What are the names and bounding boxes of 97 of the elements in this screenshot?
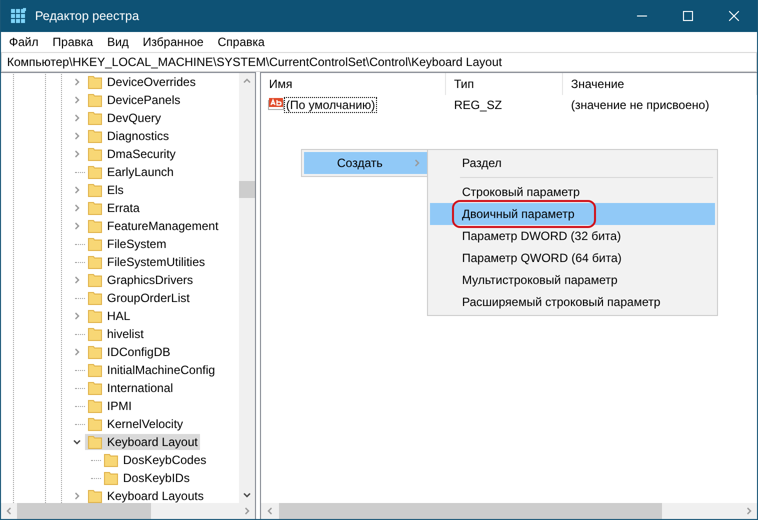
tree-item[interactable]: FileSystemUtilities: [85, 254, 208, 270]
menu-item[interactable]: Строковый параметр: [430, 181, 715, 203]
folder-icon: [104, 453, 118, 467]
table-cell-text: (значение не присвоено): [570, 98, 710, 112]
menu-item[interactable]: Правка: [46, 35, 102, 49]
tree-item[interactable]: EarlyLaunch: [85, 164, 176, 180]
tree-item[interactable]: DevicePanels: [85, 92, 182, 108]
menu-item[interactable]: Параметр QWORD (64 бита): [430, 247, 715, 269]
folder-icon: [88, 147, 102, 161]
folder-icon: [88, 273, 102, 287]
scroll-thumb[interactable]: [279, 503, 662, 519]
value-name[interactable]: (По умолчанию): [285, 98, 376, 112]
horizontal-scrollbar[interactable]: [261, 503, 757, 519]
submenu-chevron-icon[interactable]: [413, 159, 421, 167]
folder-icon: [88, 111, 102, 125]
folder-icon: [88, 93, 102, 107]
folder-icon: [88, 435, 102, 449]
close-icon: [729, 11, 739, 21]
tree-item[interactable]: Keyboard Layout: [85, 434, 200, 450]
folder-icon: [88, 309, 102, 323]
column-header[interactable]: Имя: [261, 73, 446, 95]
tree-item[interactable]: FileSystem: [85, 236, 168, 252]
folder-icon: [88, 183, 102, 197]
folder-icon: [88, 165, 102, 179]
folder-icon: [88, 75, 102, 89]
tree-item[interactable]: GroupOrderList: [85, 290, 192, 306]
vertical-scrollbar[interactable]: [239, 73, 255, 503]
column-header[interactable]: Значение: [563, 73, 757, 95]
folder-icon: [88, 381, 102, 395]
expand-chevron-icon[interactable]: [73, 186, 81, 194]
scroll-left-icon[interactable]: [5, 507, 13, 515]
tree-item[interactable]: FeatureManagement: [85, 218, 220, 234]
expand-chevron-icon[interactable]: [73, 96, 81, 104]
scroll-right-icon[interactable]: [243, 507, 251, 515]
tree-item[interactable]: DosKeybIDs: [101, 470, 192, 486]
menu-item[interactable]: Избранное: [136, 35, 212, 49]
column-header[interactable]: Тип: [446, 73, 563, 95]
scroll-right-icon[interactable]: [745, 507, 753, 515]
scroll-up-icon[interactable]: [243, 77, 251, 85]
expand-chevron-icon[interactable]: [73, 150, 81, 158]
menu-item[interactable]: Файл: [3, 35, 47, 49]
window-title: Редактор реестра: [35, 9, 140, 23]
menu-item[interactable]: Вид: [101, 35, 137, 49]
tree-item[interactable]: Diagnostics: [85, 128, 172, 144]
scroll-down-icon[interactable]: [243, 491, 251, 499]
folder-icon: [88, 201, 102, 215]
folder-icon: [88, 219, 102, 233]
menu-item[interactable]: Справка: [212, 35, 273, 49]
tree-item[interactable]: IDConfigDB: [85, 344, 172, 360]
tree-item[interactable]: DosKeybCodes: [101, 452, 208, 468]
folder-icon: [104, 471, 118, 485]
expand-chevron-icon[interactable]: [73, 114, 81, 122]
maximize-icon: [683, 11, 693, 21]
tree-item[interactable]: GraphicsDrivers: [85, 272, 196, 288]
registry-editor-icon: [11, 8, 27, 24]
menu-item[interactable]: Создать: [304, 152, 429, 174]
expand-chevron-icon[interactable]: [73, 312, 81, 320]
folder-icon: [88, 399, 102, 413]
string-value-icon: [268, 98, 284, 112]
scroll-thumb[interactable]: [239, 181, 255, 198]
folder-icon: [88, 327, 102, 341]
folder-icon: [88, 363, 102, 377]
tree-item[interactable]: International: [85, 380, 176, 396]
tree-item[interactable]: InitialMachineConfig: [85, 362, 218, 378]
expand-chevron-icon[interactable]: [73, 78, 81, 86]
tree-item[interactable]: Els: [85, 182, 126, 198]
expand-chevron-icon[interactable]: [73, 222, 81, 230]
menu-item[interactable]: Мультистроковый параметр: [430, 269, 715, 291]
tree-item[interactable]: HAL: [85, 308, 132, 324]
folder-icon: [88, 255, 102, 269]
menu-item[interactable]: Расширяемый строковый параметр: [430, 291, 715, 313]
tree-item[interactable]: DevQuery: [85, 110, 164, 126]
expand-chevron-icon[interactable]: [73, 276, 81, 284]
folder-icon: [88, 129, 102, 143]
expand-chevron-icon[interactable]: [73, 348, 81, 356]
folder-icon: [88, 417, 102, 431]
collapse-chevron-icon[interactable]: [73, 438, 81, 446]
tree-item[interactable]: Keyboard Layouts: [85, 488, 206, 503]
tree-item[interactable]: DeviceOverrides: [85, 74, 198, 90]
tree-item[interactable]: hivelist: [85, 326, 146, 342]
expand-chevron-icon[interactable]: [73, 132, 81, 140]
expand-chevron-icon[interactable]: [73, 492, 81, 500]
scroll-thumb[interactable]: [17, 503, 151, 519]
table-cell-text: REG_SZ: [453, 98, 504, 112]
menu-item[interactable]: Двоичный параметр: [430, 203, 715, 225]
scroll-left-icon[interactable]: [266, 507, 274, 515]
tree-item[interactable]: Errata: [85, 200, 142, 216]
folder-icon: [88, 345, 102, 359]
address-field[interactable]: Компьютер\HKEY_LOCAL_MACHINE\SYSTEM\CurrentControlSet\Control\Keyboard Layout: [1, 52, 757, 72]
folder-icon: [88, 291, 102, 305]
tree-item[interactable]: IPMI: [85, 398, 134, 414]
menu-item[interactable]: Параметр DWORD (32 бита): [430, 225, 715, 247]
expand-chevron-icon[interactable]: [73, 204, 81, 212]
horizontal-scrollbar[interactable]: [1, 503, 255, 519]
tree-item[interactable]: DmaSecurity: [85, 146, 178, 162]
folder-icon: [88, 237, 102, 251]
tree-item[interactable]: KernelVelocity: [85, 416, 186, 432]
